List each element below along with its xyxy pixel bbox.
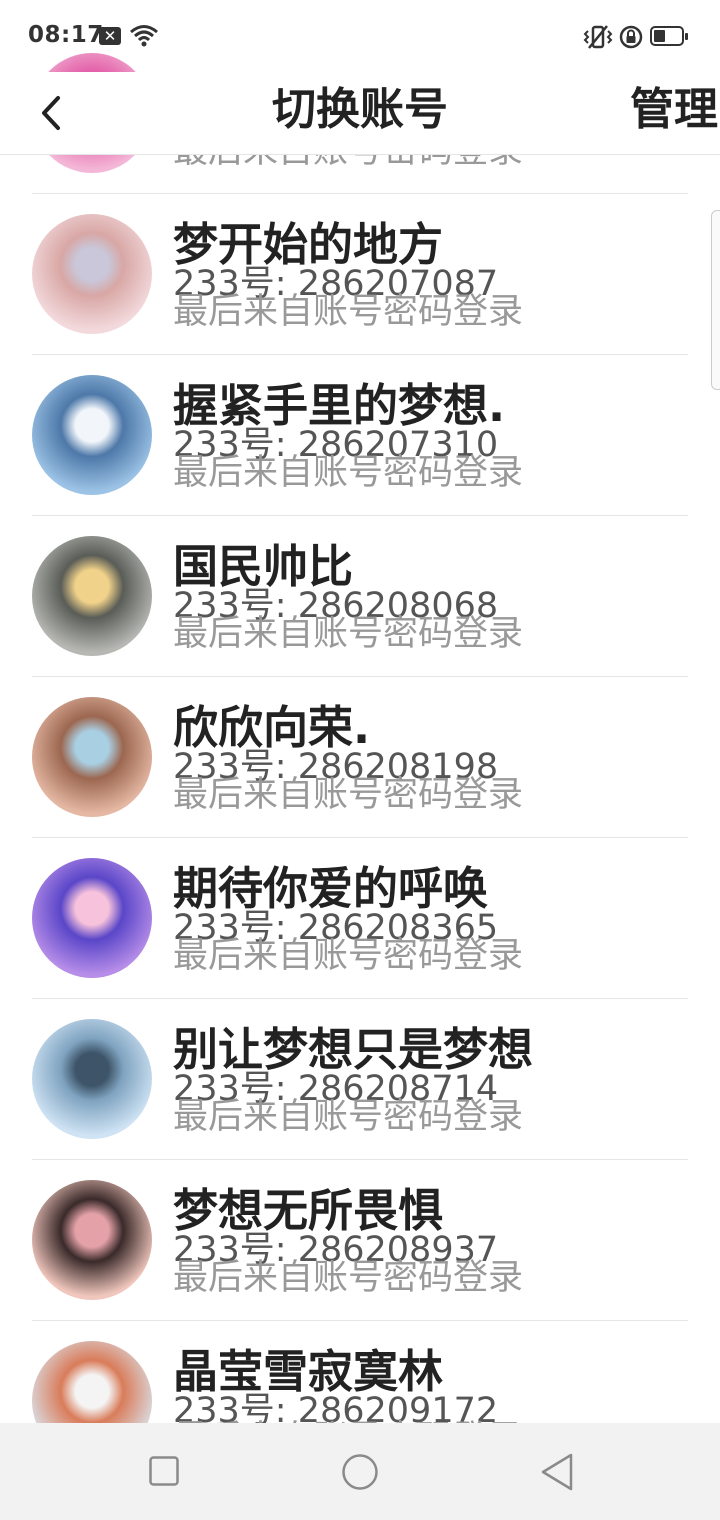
manage-button[interactable]: 管理 [630,78,718,142]
avatar [32,697,152,817]
avatar [32,375,152,495]
app-header: 切换账号 管理 [0,72,720,155]
account-list-item[interactable]: 梦想无所畏惧 233号: 286208937 最后来自账号密码登录 [0,1160,720,1321]
last-login-method: 最后来自账号密码登录 [173,936,524,976]
avatar [32,858,152,978]
avatar [32,1341,152,1423]
square-icon[interactable] [149,1456,179,1486]
account-list[interactable]: 最后来自账号密码登录梦开始的地方233号: 286207087最后来自账号密码登… [0,33,720,1423]
avatar [32,214,152,334]
circle-icon[interactable] [341,1453,379,1491]
last-login-method: 最后来自账号密码登录 [173,775,524,815]
last-login-method: 最后来自账号密码登录 [173,1258,524,1298]
account-list-item[interactable]: 期待你爱的呼唤 233号: 286208365 最后来自账号密码登录 [0,838,720,999]
account-list-item[interactable]: 欣欣向荣. 233号: 286208198 最后来自账号密码登录 [0,677,720,838]
last-login-method: 最后来自账号密码登录 [173,453,524,493]
triangle-back-icon[interactable] [539,1452,575,1492]
account-list-item[interactable]: 国民帅比 233号: 286208068 最后来自账号密码登录 [0,516,720,677]
scrollbar-thumb[interactable] [711,210,720,390]
page-title: 切换账号 [272,84,448,135]
account-list-item[interactable]: 晶莹雪寂寞林233号: 286209172最后来自账号密码登录 [0,1321,720,1423]
last-login-method: 最后来自账号密码登录 [173,292,524,332]
last-login-method: 最后来自账号密码登录 [173,614,524,654]
system-nav-bar [0,1423,720,1520]
account-list-item[interactable]: 握紧手里的梦想. 233号: 286207310 最后来自账号密码登录 [0,355,720,516]
account-list-item[interactable]: 别让梦想只是梦想 233号: 286208714 最后来自账号密码登录 [0,999,720,1160]
account-list-item[interactable]: 梦开始的地方 233号: 286207087 最后来自账号密码登录 [0,194,720,355]
last-login-method: 最后来自账号密码登录 [173,1097,524,1137]
avatar [32,536,152,656]
avatar [32,1180,152,1300]
avatar [32,1019,152,1139]
